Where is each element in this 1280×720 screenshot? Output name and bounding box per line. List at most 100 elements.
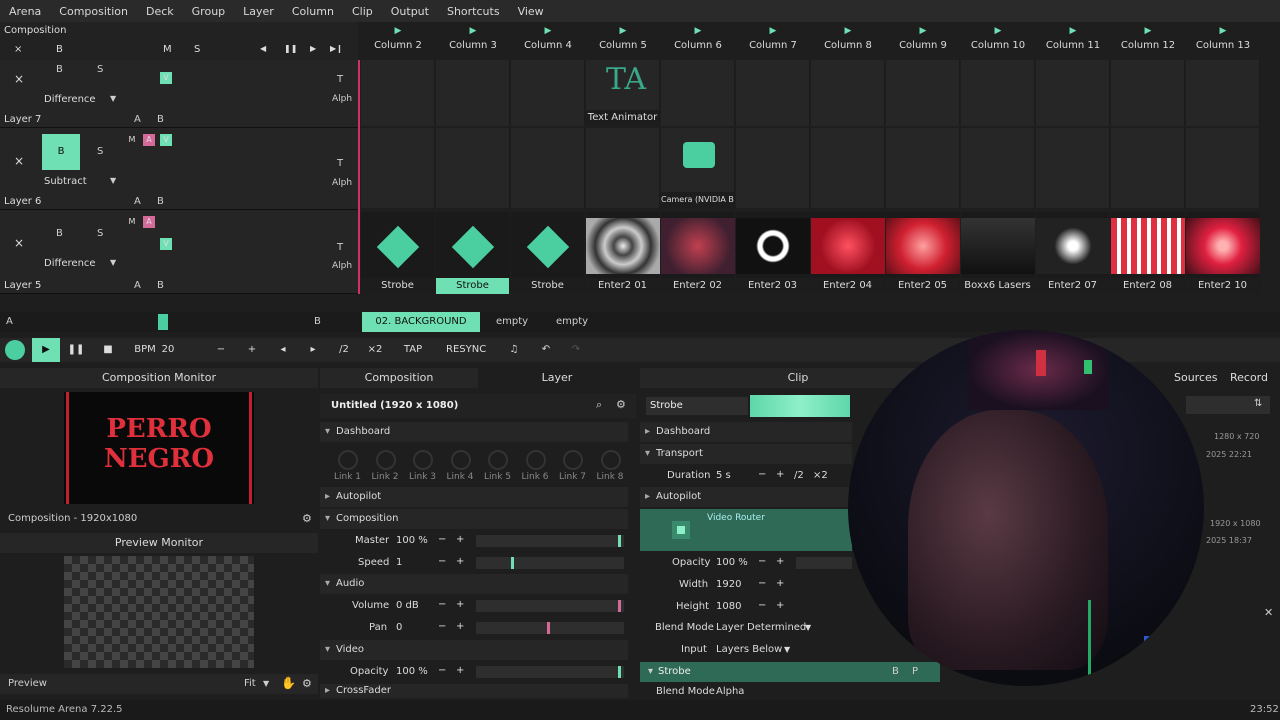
bpm-minus-button[interactable]: −: [212, 338, 230, 362]
duration-half[interactable]: /2: [794, 470, 804, 481]
menu-clip[interactable]: Clip: [343, 5, 382, 18]
clip-slot[interactable]: [886, 60, 960, 126]
column-trigger-icon[interactable]: ▶: [511, 22, 585, 40]
speed-value[interactable]: 1: [396, 557, 402, 568]
alpha-button[interactable]: Alph: [332, 94, 352, 104]
section-audio[interactable]: Audio: [320, 574, 628, 594]
bypass-button[interactable]: B: [56, 64, 63, 75]
audio-toggle[interactable]: A: [143, 134, 155, 146]
clip-name-field[interactable]: Strobe: [646, 397, 748, 415]
chevron-down-icon[interactable]: ▼: [110, 258, 116, 267]
play-icon[interactable]: ▶: [32, 338, 60, 362]
input-value[interactable]: Layers Below: [716, 644, 782, 655]
clip-slot[interactable]: [661, 60, 735, 126]
clip-opacity-minus[interactable]: −: [758, 556, 766, 567]
tab-sources[interactable]: Sources: [1174, 368, 1218, 388]
clip-slot[interactable]: [961, 128, 1035, 208]
clip-slot[interactable]: [1111, 60, 1185, 126]
clip-section-dashboard[interactable]: Dashboard: [640, 422, 852, 442]
bpm-double-button[interactable]: ×2: [366, 338, 384, 362]
duration-value[interactable]: 5 s: [716, 470, 731, 481]
menu-deck[interactable]: Deck: [137, 5, 183, 18]
column-trigger-icon[interactable]: ▶: [1186, 22, 1260, 40]
chevron-down-icon[interactable]: ▾: [648, 666, 653, 677]
dashboard-knob[interactable]: [563, 450, 583, 470]
close-icon[interactable]: ×: [14, 44, 22, 55]
section-video[interactable]: Video: [320, 640, 628, 660]
chevron-down-icon[interactable]: ▼: [110, 94, 116, 103]
clip-slot[interactable]: Enter2 10: [1186, 212, 1260, 294]
column-trigger-icon[interactable]: ▶: [361, 22, 435, 40]
transition-button[interactable]: T: [337, 74, 343, 85]
deck-a-button[interactable]: A: [6, 316, 13, 327]
width-plus[interactable]: +: [776, 578, 784, 589]
column-trigger-icon[interactable]: ▶: [961, 22, 1035, 40]
blend-mode-select[interactable]: Difference: [44, 258, 96, 269]
a-button[interactable]: A: [134, 196, 141, 207]
duration-minus[interactable]: −: [758, 469, 766, 480]
clip-section-transport[interactable]: Transport: [640, 444, 852, 464]
b-button[interactable]: B: [157, 114, 164, 125]
nudge-forward-icon[interactable]: ▸: [306, 338, 320, 362]
video-opacity-minus[interactable]: −: [438, 665, 446, 676]
pan-slider[interactable]: [476, 622, 624, 634]
clip-slot[interactable]: Strobe: [436, 212, 510, 294]
transition-button[interactable]: T: [337, 158, 343, 169]
a-button[interactable]: A: [134, 280, 141, 291]
speed-minus[interactable]: −: [438, 556, 446, 567]
bypass-button[interactable]: B: [56, 228, 63, 239]
hand-icon[interactable]: ✋: [281, 676, 296, 690]
strobe-blend-value[interactable]: Alpha: [716, 686, 744, 697]
height-value[interactable]: 1080: [716, 601, 741, 612]
clip-slot[interactable]: [886, 128, 960, 208]
redo-icon[interactable]: ↷: [568, 338, 584, 362]
chevron-down-icon[interactable]: ▼: [110, 176, 116, 185]
chevron-down-icon[interactable]: ▼: [784, 645, 790, 654]
menu-view[interactable]: View: [509, 5, 553, 18]
tab-record[interactable]: Record: [1224, 368, 1274, 388]
video-router-effect[interactable]: Video Router: [640, 509, 852, 551]
clip-slot[interactable]: [736, 60, 810, 126]
section-autopilot[interactable]: Autopilot: [320, 487, 628, 507]
menu-column[interactable]: Column: [283, 5, 343, 18]
layer-name[interactable]: Layer 6: [4, 196, 41, 207]
layer-name[interactable]: Layer 5: [4, 280, 41, 291]
clip-slot[interactable]: [361, 128, 435, 208]
blend-mode-value[interactable]: Layer Determined: [716, 622, 806, 633]
video-toggle[interactable]: V: [160, 134, 172, 146]
effect-bypass-button[interactable]: B: [892, 666, 899, 677]
close-icon[interactable]: ✕: [1264, 606, 1273, 619]
crossfader-handle[interactable]: [158, 314, 168, 330]
deck-tab-empty[interactable]: empty: [496, 316, 528, 327]
column-trigger-icon[interactable]: ▶: [661, 22, 735, 40]
gear-icon[interactable]: ⚙: [616, 398, 626, 411]
column-header[interactable]: ▶ Column 6: [661, 22, 735, 60]
menu-composition[interactable]: Composition: [50, 5, 137, 18]
comp-bypass-button[interactable]: B: [56, 44, 63, 55]
clip-slot[interactable]: [436, 60, 510, 126]
tab-layer[interactable]: Layer: [478, 368, 636, 388]
height-plus[interactable]: +: [776, 600, 784, 611]
prev-icon[interactable]: ◀: [260, 44, 266, 53]
b-button[interactable]: B: [157, 196, 164, 207]
fit-select[interactable]: Fit: [244, 678, 256, 689]
clip-slot[interactable]: Enter2 05: [886, 212, 960, 294]
undo-icon[interactable]: ↶: [538, 338, 554, 362]
clip-slot[interactable]: [361, 60, 435, 126]
deck-tab-empty[interactable]: empty: [556, 316, 588, 327]
alpha-button[interactable]: Alph: [332, 178, 352, 188]
blend-mode-select[interactable]: Subtract: [44, 176, 87, 187]
column-header[interactable]: ▶ Column 8: [811, 22, 885, 60]
clip-opacity-value[interactable]: 100 %: [716, 557, 748, 568]
pan-plus[interactable]: +: [456, 621, 464, 632]
video-toggle[interactable]: V: [160, 238, 172, 250]
clip-slot[interactable]: Boxx6 Lasers: [961, 212, 1035, 294]
column-header[interactable]: ▶ Column 5: [586, 22, 660, 60]
solo-button[interactable]: S: [97, 64, 103, 75]
section-composition[interactable]: Composition: [320, 509, 628, 529]
speed-slider[interactable]: [476, 557, 624, 569]
volume-plus[interactable]: +: [456, 599, 464, 610]
clear-layer-icon[interactable]: ×: [14, 154, 24, 168]
clear-layer-icon[interactable]: ×: [14, 72, 24, 86]
height-minus[interactable]: −: [758, 600, 766, 611]
